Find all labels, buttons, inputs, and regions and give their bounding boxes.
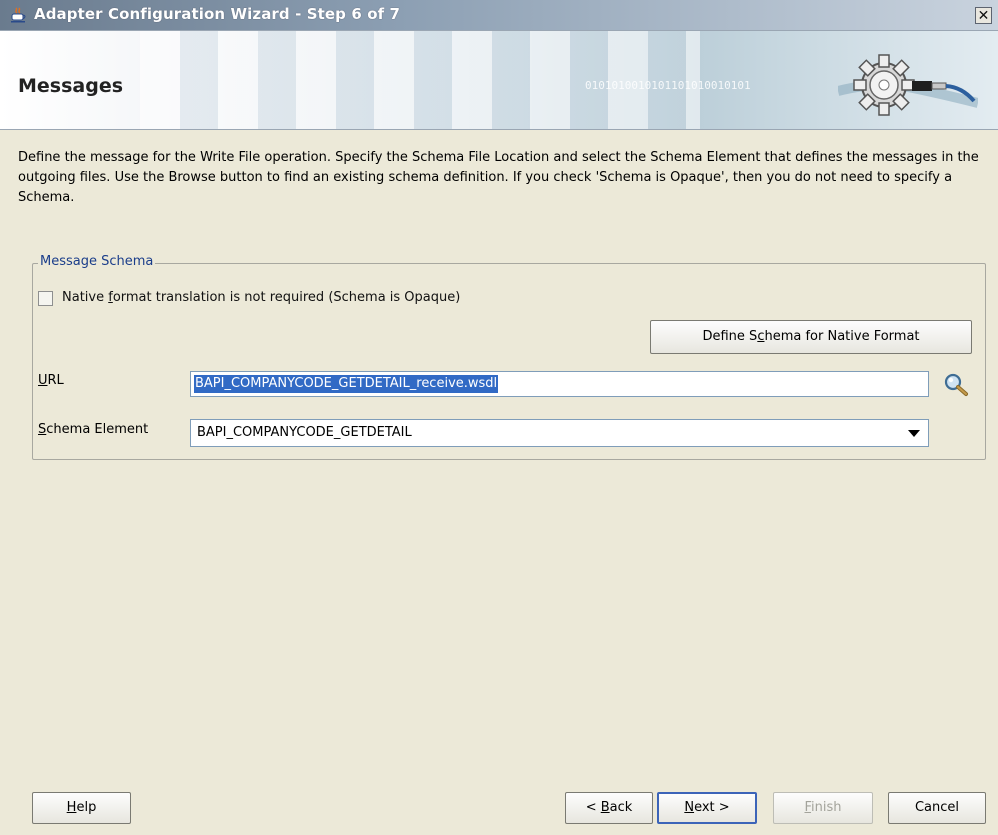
schema-element-select[interactable]: BAPI_COMPANYCODE_GETDETAIL [190,419,929,447]
next-button[interactable]: Next > [657,792,757,824]
browse-search-icon[interactable] [942,371,970,399]
close-button[interactable]: ✕ [975,7,992,24]
url-label: URL [38,373,64,388]
define-schema-button[interactable]: Define Schema for Native Format [650,320,972,354]
window-title: Adapter Configuration Wizard - Step 6 of… [34,5,401,23]
schema-element-label: Schema Element [38,422,149,437]
help-button[interactable]: Help [32,792,131,824]
opaque-schema-label[interactable]: Native format translation is not require… [62,290,460,305]
dropdown-arrow-icon[interactable] [908,430,920,437]
wizard-window: Adapter Configuration Wizard - Step 6 of… [0,0,998,835]
cancel-button[interactable]: Cancel [888,792,986,824]
page-title: Messages [18,75,124,97]
title-bar: Adapter Configuration Wizard - Step 6 of… [0,0,998,31]
url-input[interactable]: BAPI_COMPANYCODE_GETDETAIL_receive.wsdl [190,371,929,397]
wizard-content: Define the message for the Write File op… [0,130,998,835]
gear-connector-icon [836,51,980,123]
back-button[interactable]: < Back [565,792,653,824]
schema-element-value: BAPI_COMPANYCODE_GETDETAIL [197,425,412,440]
header-banner: 0101010010101101010010101 Messages [0,31,998,130]
url-value: BAPI_COMPANYCODE_GETDETAIL_receive.wsdl [194,375,499,393]
finish-button[interactable]: Finish [773,792,873,824]
opaque-schema-checkbox[interactable] [38,291,53,306]
step-description: Define the message for the Write File op… [18,150,979,205]
java-cup-icon [10,7,28,23]
message-schema-title: Message Schema [38,254,156,269]
banner-binary-text: 0101010010101101010010101 [585,79,751,92]
